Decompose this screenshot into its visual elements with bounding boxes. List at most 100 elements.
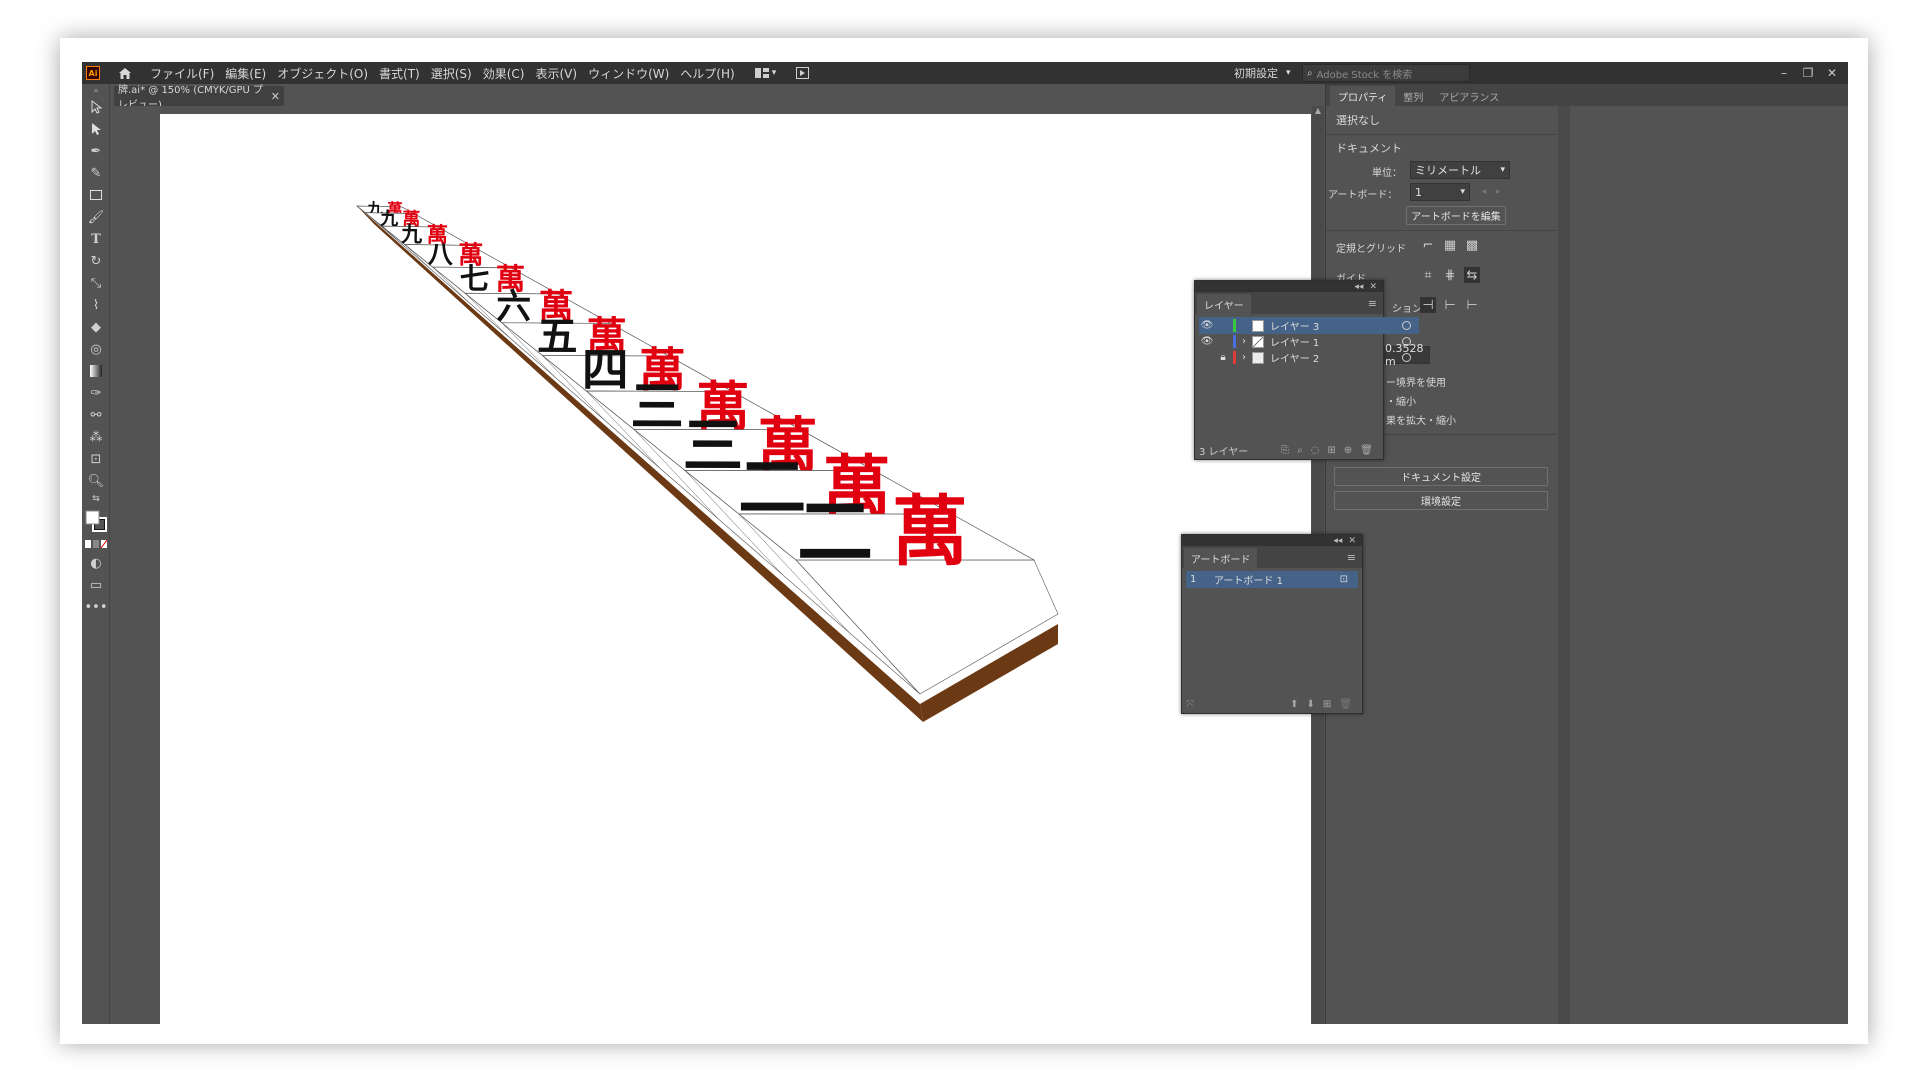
chevron-right-icon[interactable]: › (1236, 333, 1252, 350)
grid-icon[interactable]: ▦ (1442, 237, 1458, 253)
scale-tool-icon[interactable]: ⤡ (82, 272, 110, 294)
shape-builder-tool-icon[interactable]: ◎ (82, 338, 110, 360)
arrange-documents-icon[interactable]: ▾ (754, 68, 776, 78)
eye-icon[interactable]: 👁︎ (1199, 333, 1215, 350)
zoom-tool-icon[interactable]: 🔍︎ (82, 470, 110, 492)
eye-icon[interactable]: 👁︎ (1199, 317, 1215, 334)
close-icon[interactable]: ✕ (271, 90, 280, 103)
warp-tool-icon[interactable]: ⌇ (82, 294, 110, 316)
gradient-tool-icon[interactable] (82, 360, 110, 382)
artboard-options-icon[interactable]: ⊡ (1340, 574, 1348, 585)
target-icon[interactable] (1402, 337, 1411, 346)
move-down-icon[interactable]: ⬇︎ (1307, 699, 1315, 710)
eye-toggle[interactable] (1199, 349, 1215, 366)
lock-icon[interactable]: 🔒︎ (1215, 349, 1231, 366)
curvature-tool-icon[interactable]: ✎ (82, 162, 110, 184)
minimize-icon[interactable]: – (1772, 62, 1796, 84)
snap-glyph-icon[interactable]: ⊢ (1464, 297, 1480, 313)
move-up-icon[interactable]: ⬆︎ (1290, 699, 1298, 710)
option-bounds[interactable]: ー境界を使用 (1386, 374, 1446, 389)
swap-colors-icon[interactable]: ⇆ (82, 492, 110, 506)
document-tab[interactable]: 牌.ai* @ 150% (CMYK/GPU プレビュー) ✕ (114, 85, 284, 111)
snap-pixel-icon[interactable]: ⊢ (1442, 297, 1458, 313)
layer-row[interactable]: 👁︎ › レイヤー 1 (1199, 333, 1419, 350)
lock-toggle[interactable] (1215, 333, 1231, 350)
panel-menu-icon[interactable]: ≡ (1368, 297, 1377, 310)
tab-layers[interactable]: レイヤー (1197, 294, 1251, 314)
trash-icon[interactable]: 🗑︎ (1339, 699, 1352, 710)
fill-stroke-swatch[interactable] (82, 506, 110, 536)
artboard[interactable]: 九萬九萬九萬八萬七萬六萬五萬四萬三萬三萬二萬二萬 (160, 114, 1311, 1024)
close-panel-icon[interactable]: ✕ (1348, 536, 1356, 546)
transparency-grid-icon[interactable]: ▩ (1464, 237, 1480, 253)
layer-name[interactable]: レイヤー 3 (1270, 318, 1319, 333)
collapse-panel-icon[interactable]: ◂◂ (1354, 282, 1363, 292)
layer-name[interactable]: レイヤー 2 (1270, 350, 1319, 365)
new-artboard-icon[interactable]: ⊞ (1323, 699, 1331, 710)
menu-object[interactable]: オブジェクト(O) (277, 65, 368, 82)
option-scale[interactable]: ・縮小 (1386, 393, 1416, 408)
restore-icon[interactable]: ❐ (1796, 62, 1820, 84)
smart-guides-icon[interactable]: ⋕ (1442, 267, 1458, 283)
stock-search-input[interactable]: ⌕ Adobe Stock を検索 (1302, 64, 1470, 82)
blend-tool-icon[interactable]: ⚯ (82, 404, 110, 426)
guides-icon[interactable]: ⌗ (1420, 267, 1436, 283)
draw-mode-icon[interactable]: ◐ (82, 552, 110, 574)
new-sublayer-icon[interactable]: ⊞ (1328, 445, 1336, 456)
artboard-name[interactable]: アートボード 1 (1214, 572, 1283, 587)
document-settings-button[interactable]: ドキュメント設定 (1334, 467, 1548, 486)
mahjong-tiles-artwork[interactable]: 九萬九 萬九 萬八 萬七 萬六 萬五 萬四 萬三 萬三 萬二 萬二萬 (160, 114, 1311, 1024)
next-artboard-icon[interactable]: ▸ (1490, 184, 1506, 200)
close-icon[interactable]: ✕ (1820, 62, 1844, 84)
tab-appearance[interactable]: アピアランス (1431, 86, 1507, 106)
eraser-tool-icon[interactable]: ◆ (82, 316, 110, 338)
snap-guides-icon[interactable]: ⇆ (1464, 267, 1480, 283)
close-panel-icon[interactable]: ✕ (1369, 282, 1377, 292)
option-scale-effects[interactable]: 果を拡大・縮小 (1386, 412, 1456, 427)
scroll-up-icon[interactable]: ▲ (1312, 106, 1324, 115)
rearrange-icon[interactable]: ⤧ (1186, 699, 1194, 710)
panel-scrollbar[interactable] (1558, 106, 1570, 1024)
lock-toggle[interactable] (1215, 317, 1231, 334)
artboard-tool-icon[interactable]: ⊡ (82, 448, 110, 470)
layer-name[interactable]: レイヤー 1 (1270, 334, 1319, 349)
edit-artboard-button[interactable]: アートボードを編集 (1406, 206, 1506, 225)
export-icon[interactable]: ⎘ (1281, 445, 1289, 456)
direct-selection-tool-icon[interactable] (82, 118, 110, 140)
symbol-sprayer-tool-icon[interactable]: ⁂ (82, 426, 110, 448)
target-icon[interactable] (1402, 353, 1411, 362)
new-layer-icon[interactable]: ⊕ (1344, 445, 1352, 456)
menu-select[interactable]: 選択(S) (431, 65, 472, 82)
tab-align[interactable]: 整列 (1395, 86, 1431, 106)
paintbrush-tool-icon[interactable]: 🖌 (82, 206, 110, 228)
preferences-button[interactable]: 環境設定 (1334, 491, 1548, 510)
locate-object-icon[interactable]: ⌕ (1297, 445, 1303, 456)
menu-window[interactable]: ウィンドウ(W) (588, 65, 669, 82)
menu-file[interactable]: ファイル(F) (150, 65, 214, 82)
clipping-mask-icon[interactable]: ◌ (1311, 445, 1320, 456)
trash-icon[interactable]: 🗑︎ (1360, 445, 1373, 456)
workspace-switcher[interactable]: 初期設定 ▾ (1234, 62, 1291, 84)
selection-tool-icon[interactable] (82, 96, 110, 118)
screen-mode-icon[interactable]: ▭ (82, 574, 110, 596)
chevron-right-icon[interactable]: › (1236, 349, 1252, 366)
tab-artboards[interactable]: アートボード (1184, 548, 1258, 568)
panel-menu-icon[interactable]: ≡ (1347, 551, 1356, 564)
menu-help[interactable]: ヘルプ(H) (680, 65, 734, 82)
collapse-panel-icon[interactable]: ◂◂ (1333, 536, 1342, 546)
menu-view[interactable]: 表示(V) (535, 65, 577, 82)
color-mode-icon[interactable] (82, 536, 110, 552)
rectangle-tool-icon[interactable] (82, 184, 110, 206)
eyedropper-tool-icon[interactable]: ✑ (82, 382, 110, 404)
snap-point-icon[interactable]: ⊣ (1420, 297, 1436, 313)
more-tools-icon[interactable]: ••• (82, 596, 110, 618)
gpu-performance-icon[interactable] (796, 67, 810, 79)
pen-tool-icon[interactable]: ✒ (82, 140, 110, 162)
target-icon[interactable] (1402, 321, 1411, 330)
menu-type[interactable]: 書式(T) (379, 65, 420, 82)
ruler-icon[interactable]: ⌐ (1420, 237, 1436, 253)
layer-row[interactable]: 🔒︎ › レイヤー 2 (1199, 349, 1419, 366)
tab-properties[interactable]: プロパティ (1330, 86, 1396, 106)
home-icon[interactable] (116, 65, 134, 81)
layer-row[interactable]: 👁︎ レイヤー 3 (1199, 317, 1419, 334)
